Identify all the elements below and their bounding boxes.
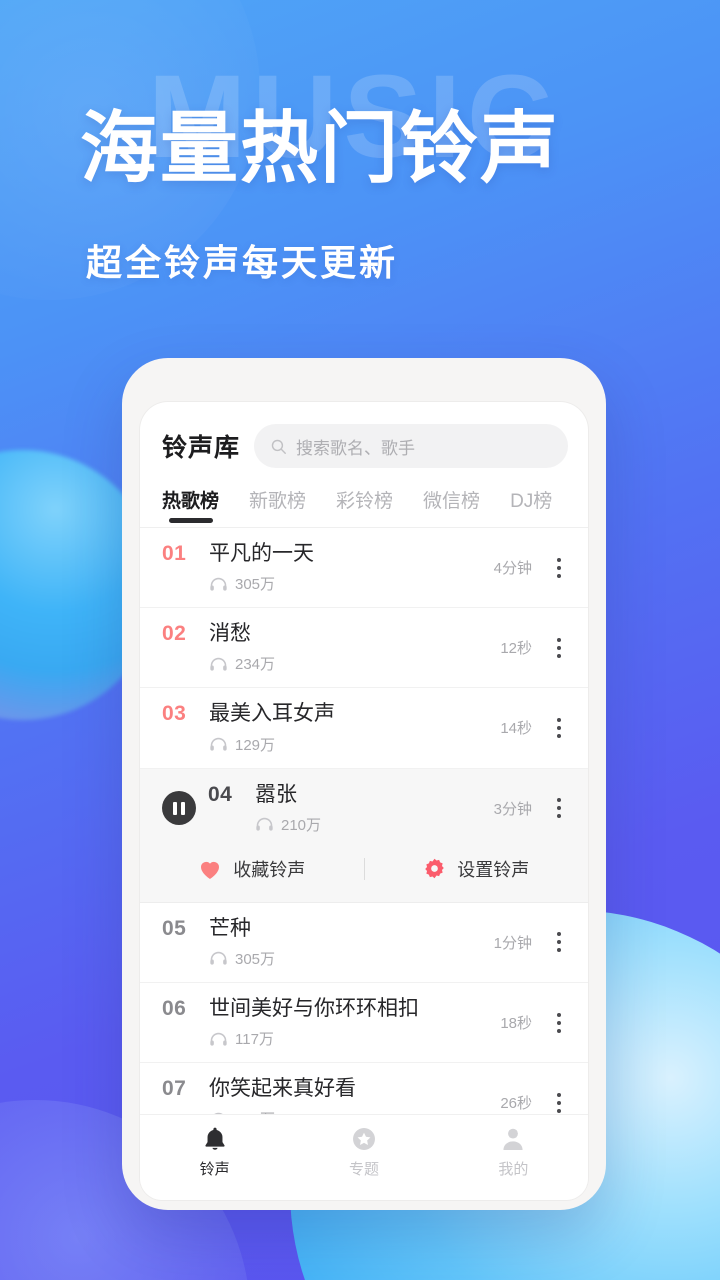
- play-count: 129万: [209, 734, 335, 755]
- song-list: 01 平凡的一天 305万 4分钟 02 消愁 234万 12秒 03 最美入耳…: [140, 528, 588, 1200]
- play-count: 117万: [209, 1028, 419, 1049]
- song-duration: 1分钟: [493, 934, 532, 952]
- tab-hot-songs[interactable]: 热歌榜: [162, 486, 219, 527]
- nav-label-ringtone: 铃声: [199, 1161, 230, 1178]
- headphone-icon: [210, 952, 227, 966]
- song-duration: 3分钟: [493, 800, 532, 818]
- search-input[interactable]: 搜索歌名、歌手: [254, 424, 568, 468]
- song-meta: 嚣张 210万: [255, 782, 321, 835]
- pause-button[interactable]: [162, 791, 196, 826]
- headphone-icon: [210, 577, 227, 591]
- bell-icon: [205, 1127, 225, 1150]
- hero-headline: 海量热门铃声: [80, 104, 561, 192]
- more-options-icon[interactable]: [548, 637, 570, 658]
- hero-subheadline: 超全铃声每天更新: [86, 242, 399, 283]
- nav-item-topics[interactable]: 专题: [289, 1125, 438, 1179]
- song-meta: 消愁 234万: [209, 621, 275, 674]
- song-title: 世间美好与你环环相扣: [209, 996, 419, 1020]
- song-title: 嚣张: [255, 782, 297, 806]
- play-count-value: 117万: [235, 1031, 274, 1049]
- more-options-icon[interactable]: [548, 1092, 570, 1113]
- song-duration: 14秒: [500, 720, 532, 738]
- page-title: 铃声库: [162, 434, 241, 462]
- play-count-value: 129万: [235, 736, 276, 754]
- song-title: 芒种: [209, 916, 251, 940]
- headphone-icon: [256, 818, 273, 831]
- phone-mockup: 铃声库 搜索歌名、歌手 热歌榜 新歌榜 彩铃榜 微信榜 DJ榜 01 平凡的一天…: [122, 358, 606, 1210]
- song-title: 最美入耳女声: [209, 702, 335, 726]
- song-meta: 平凡的一天 305万: [209, 541, 314, 594]
- song-info: 02 消愁 234万: [162, 621, 500, 674]
- song-rank: 07: [162, 1077, 187, 1101]
- star-icon: [353, 1128, 375, 1150]
- more-options-icon[interactable]: [548, 1012, 570, 1033]
- category-tabs: 热歌榜 新歌榜 彩铃榜 微信榜 DJ榜: [140, 482, 588, 528]
- table-row-expanded[interactable]: 04 嚣张 210万 3分钟: [140, 768, 588, 848]
- favorite-ringtone-button[interactable]: 收藏铃声: [140, 856, 364, 882]
- phone-screen: 铃声库 搜索歌名、歌手 热歌榜 新歌榜 彩铃榜 微信榜 DJ榜 01 平凡的一天…: [140, 402, 588, 1200]
- play-count-value: 305万: [235, 950, 276, 968]
- table-row[interactable]: 01 平凡的一天 305万 4分钟: [140, 528, 588, 609]
- play-count: 305万: [209, 948, 275, 969]
- expanded-action-bar: 收藏铃声 设置铃声: [140, 847, 589, 903]
- table-row[interactable]: 06 世间美好与你环环相扣 117万 18秒: [140, 983, 588, 1064]
- heart-icon: [201, 861, 220, 879]
- song-title: 消愁: [209, 622, 251, 646]
- favorite-ringtone-label: 收藏铃声: [233, 859, 306, 880]
- song-rank: 04: [208, 782, 233, 806]
- song-title: 你笑起来真好看: [209, 1077, 356, 1101]
- play-count-value: 305万: [235, 576, 276, 594]
- play-count: 210万: [255, 814, 321, 835]
- more-options-icon[interactable]: [548, 557, 570, 578]
- song-rank: 01: [162, 542, 187, 565]
- play-count: 305万: [209, 573, 314, 594]
- nav-label-profile: 我的: [498, 1161, 529, 1178]
- gear-icon: [425, 858, 445, 879]
- song-duration: 18秒: [500, 1015, 532, 1033]
- tab-color-ring[interactable]: 彩铃榜: [336, 486, 393, 527]
- headphone-icon: [210, 737, 227, 751]
- bottom-navigation: 铃声 专题 我的: [140, 1114, 588, 1200]
- song-title: 平凡的一天: [209, 542, 314, 565]
- song-info: 03 最美入耳女声 129万: [162, 701, 500, 754]
- tab-wechat[interactable]: 微信榜: [423, 486, 480, 527]
- headphone-icon: [210, 657, 227, 671]
- person-icon: [503, 1128, 523, 1150]
- search-placeholder: 搜索歌名、歌手: [296, 438, 416, 458]
- headphone-icon: [210, 1032, 227, 1046]
- search-icon: [271, 439, 286, 454]
- song-rank: 05: [162, 916, 187, 940]
- song-duration: 12秒: [500, 640, 532, 658]
- table-row[interactable]: 05 芒种 305万 1分钟: [140, 903, 588, 983]
- play-count-value: 210万: [281, 816, 322, 834]
- nav-item-ringtone[interactable]: 铃声: [140, 1125, 289, 1179]
- play-count: 234万: [209, 653, 275, 674]
- song-info: 06 世间美好与你环环相扣 117万: [162, 996, 500, 1049]
- song-meta: 芒种 305万: [209, 916, 275, 969]
- song-info: 05 芒种 305万: [162, 916, 494, 969]
- set-ringtone-button[interactable]: 设置铃声: [365, 856, 589, 882]
- nav-item-profile[interactable]: 我的: [439, 1125, 588, 1179]
- song-duration: 26秒: [500, 1095, 532, 1113]
- set-ringtone-label: 设置铃声: [457, 859, 530, 880]
- song-duration: 4分钟: [493, 560, 532, 578]
- more-options-icon[interactable]: [548, 798, 570, 819]
- nav-label-topics: 专题: [348, 1161, 379, 1178]
- tab-new-songs[interactable]: 新歌榜: [249, 486, 306, 527]
- song-meta: 最美入耳女声 129万: [209, 701, 335, 754]
- song-rank: 03: [162, 702, 187, 726]
- song-rank: 06: [162, 996, 187, 1020]
- table-row[interactable]: 02 消愁 234万 12秒: [140, 608, 588, 689]
- table-row[interactable]: 03 最美入耳女声 129万 14秒: [140, 688, 588, 769]
- app-header: 铃声库 搜索歌名、歌手: [140, 402, 588, 482]
- song-rank: 02: [162, 622, 187, 646]
- more-options-icon[interactable]: [548, 932, 570, 953]
- tab-dj[interactable]: DJ榜: [510, 486, 552, 527]
- more-options-icon[interactable]: [548, 717, 570, 738]
- song-info: 01 平凡的一天 305万: [162, 541, 494, 594]
- song-info: 04 嚣张 210万: [208, 782, 494, 835]
- song-meta: 世间美好与你环环相扣 117万: [209, 996, 419, 1049]
- play-count-value: 234万: [235, 656, 276, 674]
